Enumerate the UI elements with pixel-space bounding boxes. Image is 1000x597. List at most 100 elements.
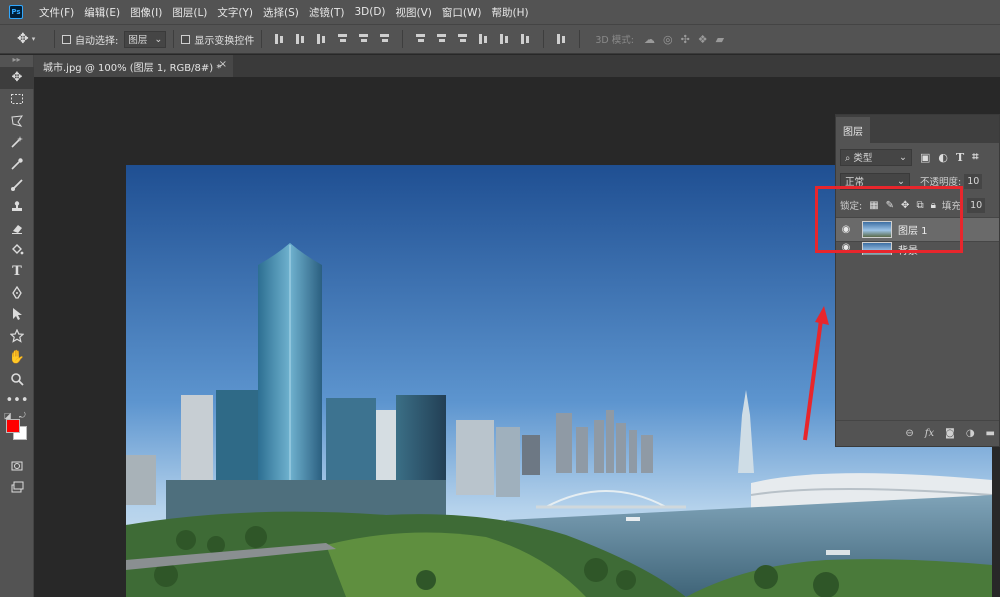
panel-grip-icon[interactable]: ▸▸ bbox=[0, 55, 33, 67]
link-layers-icon[interactable]: ⊖ bbox=[905, 428, 913, 439]
align-bottom-edges-icon[interactable] bbox=[316, 33, 327, 45]
align-left-edges-icon[interactable] bbox=[337, 33, 348, 45]
image-filter-icon[interactable]: ▣ bbox=[920, 151, 930, 164]
document-tab-title: 城市.jpg @ 100% (图层 1, RGB/8#) * bbox=[43, 62, 222, 74]
quick-mask-tool[interactable] bbox=[0, 455, 34, 477]
shape-filter-icon[interactable]: ⌗ bbox=[972, 150, 978, 164]
eraser-tool[interactable] bbox=[0, 218, 34, 240]
shape-tool[interactable] bbox=[0, 325, 34, 347]
video-3d-icon[interactable]: ▰ bbox=[716, 33, 724, 46]
distribute-top-icon[interactable] bbox=[415, 33, 426, 45]
separator bbox=[579, 30, 581, 48]
separator bbox=[261, 30, 263, 48]
tab-layers[interactable]: 图层 bbox=[836, 117, 870, 143]
distribute-left-icon[interactable] bbox=[478, 33, 489, 45]
menu-view[interactable]: 视图(V) bbox=[396, 5, 432, 20]
move-tool-preset[interactable]: ✥ ▾ bbox=[17, 31, 47, 47]
auto-align-icon[interactable] bbox=[556, 33, 567, 45]
adjustment-layer-icon[interactable]: ◑ bbox=[966, 428, 975, 439]
options-bar: ✥ ▾ 自动选择: 图层 ⌄ 显示变换控件 3D 模式: ☁ ◎ ✣ ❖ ▰ bbox=[0, 24, 1000, 54]
separator bbox=[543, 30, 545, 48]
search-icon: ⌕ bbox=[845, 153, 851, 164]
text-icon: T bbox=[12, 263, 22, 279]
foreground-color[interactable] bbox=[6, 419, 20, 433]
auto-select-checkbox[interactable] bbox=[62, 34, 71, 44]
more-tools[interactable]: ••• bbox=[0, 390, 34, 412]
align-vertical-centers-icon[interactable] bbox=[295, 33, 306, 45]
new-group-icon[interactable]: ▬ bbox=[986, 428, 995, 439]
distribute-right-icon[interactable] bbox=[520, 33, 531, 45]
paint-bucket-tool[interactable] bbox=[0, 239, 34, 261]
auto-select-toggle[interactable]: 自动选择: bbox=[62, 32, 118, 47]
menu-type[interactable]: 文字(Y) bbox=[217, 5, 253, 20]
brush-tool[interactable] bbox=[0, 175, 34, 197]
layers-panel-footer: ⊖ fx ◙ ◑ ▬ bbox=[836, 420, 999, 446]
fill-field[interactable]: 10 bbox=[967, 197, 986, 213]
add-mask-icon[interactable]: ◙ bbox=[945, 428, 955, 439]
menu-window[interactable]: 窗口(W) bbox=[442, 5, 482, 20]
chevron-down-icon: ▾ bbox=[31, 35, 36, 43]
auto-select-label: 自动选择: bbox=[75, 35, 119, 47]
menu-file[interactable]: 文件(F) bbox=[39, 5, 74, 20]
menu-filter[interactable]: 滤镜(T) bbox=[309, 5, 345, 20]
chevron-down-icon: ⌄ bbox=[154, 33, 163, 45]
eyedropper-icon bbox=[11, 158, 23, 170]
menu-layer[interactable]: 图层(L) bbox=[172, 5, 207, 20]
eyedropper-tool[interactable] bbox=[0, 153, 34, 175]
ellipsis-icon: ••• bbox=[5, 392, 29, 408]
show-transform-toggle[interactable]: 显示变换控件 bbox=[181, 32, 254, 47]
tools-panel: ▸▸ ✥ T ✋ ••• ◪ ⤾ bbox=[0, 55, 34, 597]
align-top-edges-icon[interactable] bbox=[274, 33, 285, 45]
swap-colors-icon[interactable]: ⤾ bbox=[19, 411, 26, 421]
hand-tool[interactable]: ✋ bbox=[0, 347, 34, 369]
roll-3d-icon[interactable]: ◎ bbox=[663, 33, 673, 46]
menu-help[interactable]: 帮助(H) bbox=[492, 5, 529, 20]
opacity-field[interactable]: 10 bbox=[964, 173, 983, 189]
menu-edit[interactable]: 编辑(E) bbox=[84, 5, 120, 20]
text-tool[interactable]: T bbox=[0, 261, 34, 283]
layers-panel: 图层 ⌕ 类型 ⌄ ▣ ◐ T ⌗ 正常 ⌄ 不透明度: 10 锁定: ▦ ✎ … bbox=[835, 114, 1000, 447]
pen-tool[interactable] bbox=[0, 282, 34, 304]
move-icon: ✥ bbox=[11, 70, 23, 86]
move-icon: ✥ bbox=[17, 31, 29, 47]
hand-icon: ✋ bbox=[8, 349, 26, 365]
type-filter-icon[interactable]: T bbox=[956, 151, 964, 164]
path-select-tool[interactable] bbox=[0, 304, 34, 326]
drag-3d-icon[interactable]: ✣ bbox=[681, 33, 690, 46]
marquee-tool[interactable] bbox=[0, 89, 34, 111]
adjustment-filter-icon[interactable]: ◐ bbox=[938, 151, 948, 164]
chevron-down-icon: ⌄ bbox=[897, 175, 905, 187]
annotation-highlight-box bbox=[815, 186, 963, 253]
document-tab[interactable]: 城市.jpg @ 100% (图层 1, RGB/8#) * × bbox=[34, 55, 233, 77]
auto-select-dropdown[interactable]: 图层 ⌄ bbox=[124, 30, 167, 48]
auto-select-value: 图层 bbox=[128, 35, 148, 46]
distribute-hcenter-icon[interactable] bbox=[499, 33, 510, 45]
quick-select-tool[interactable] bbox=[0, 132, 34, 154]
orbit-3d-icon[interactable]: ☁ bbox=[644, 33, 655, 46]
show-transform-checkbox[interactable] bbox=[181, 34, 191, 44]
menu-image[interactable]: 图像(I) bbox=[130, 5, 162, 20]
menu-select[interactable]: 选择(S) bbox=[263, 5, 299, 20]
align-right-edges-icon[interactable] bbox=[379, 33, 390, 45]
arrow-pointer-icon bbox=[13, 308, 22, 321]
layer-filter-dropdown[interactable]: ⌕ 类型 ⌄ bbox=[840, 148, 912, 166]
custom-shape-icon bbox=[10, 328, 24, 343]
screen-mode-tool[interactable] bbox=[0, 477, 34, 499]
stamp-tool[interactable] bbox=[0, 196, 34, 218]
close-icon[interactable]: × bbox=[219, 59, 227, 70]
chevron-down-icon: ⌄ bbox=[899, 151, 907, 163]
slide-3d-icon[interactable]: ❖ bbox=[698, 33, 708, 46]
lasso-tool[interactable] bbox=[0, 110, 34, 132]
align-horizontal-centers-icon[interactable] bbox=[358, 33, 369, 45]
menu-3d[interactable]: 3D(D) bbox=[354, 6, 385, 18]
distribute-group bbox=[410, 33, 536, 45]
zoom-tool[interactable] bbox=[0, 368, 34, 390]
separator bbox=[402, 30, 404, 48]
move-tool[interactable]: ✥ bbox=[0, 67, 34, 89]
layer-style-icon[interactable]: fx bbox=[925, 428, 934, 439]
color-swatches: ◪ ⤾ bbox=[0, 411, 34, 455]
paint-bucket-icon bbox=[12, 243, 24, 255]
distribute-center-icon[interactable] bbox=[436, 33, 447, 45]
layer-filter-value: 类型 bbox=[853, 153, 873, 164]
distribute-bottom-icon[interactable] bbox=[457, 33, 468, 45]
